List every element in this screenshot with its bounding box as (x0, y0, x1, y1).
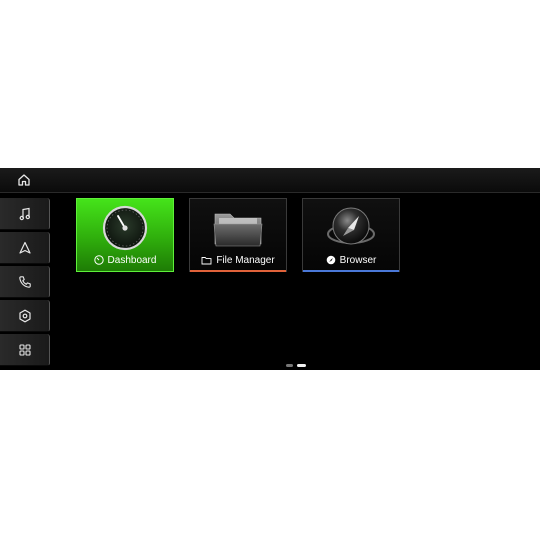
app-label-dashboard: Dashboard (107, 254, 157, 266)
folder-icon (213, 213, 263, 247)
phone-icon (18, 275, 31, 288)
navigation-arrow-icon (18, 241, 31, 254)
top-bar (0, 168, 540, 193)
apps-grid-icon (18, 343, 31, 356)
compass-icon (327, 207, 375, 245)
page-dot-active[interactable] (297, 364, 306, 367)
compass-small-icon (326, 255, 335, 265)
home-icon (18, 174, 30, 186)
app-tile-browser[interactable]: Browser (302, 198, 400, 272)
app-tile-caption: File Manager (190, 252, 286, 268)
sidebar (0, 198, 50, 370)
sidebar-item-apps[interactable] (0, 334, 50, 366)
file-manager-art (190, 203, 286, 253)
page-indicator (0, 364, 540, 368)
folder-small-icon (201, 256, 212, 264)
sidebar-item-phone[interactable] (0, 266, 50, 298)
music-note-icon (19, 207, 30, 220)
app-tile-accent-line (190, 270, 286, 272)
dashboard-art (77, 203, 173, 253)
head-unit-screen: Dashboard File Manager Browser (0, 168, 540, 370)
app-tile-caption: Dashboard (77, 252, 173, 268)
app-tile-file-manager[interactable]: File Manager (189, 198, 287, 272)
app-tile-dashboard[interactable]: Dashboard (76, 198, 174, 272)
speedometer-icon (102, 205, 148, 251)
sidebar-item-music[interactable] (0, 198, 50, 230)
sidebar-item-settings[interactable] (0, 300, 50, 332)
app-label-file-manager: File Manager (216, 254, 275, 266)
app-label-browser: Browser (339, 254, 377, 266)
page-dot[interactable] (286, 364, 293, 367)
app-tile-caption: Browser (303, 252, 399, 268)
browser-art (303, 203, 399, 253)
app-tile-accent-line (303, 270, 399, 272)
settings-hexagon-icon (18, 309, 31, 322)
home-button[interactable] (14, 171, 34, 189)
sidebar-item-navigation[interactable] (0, 232, 50, 264)
speedometer-small-icon (93, 255, 104, 265)
